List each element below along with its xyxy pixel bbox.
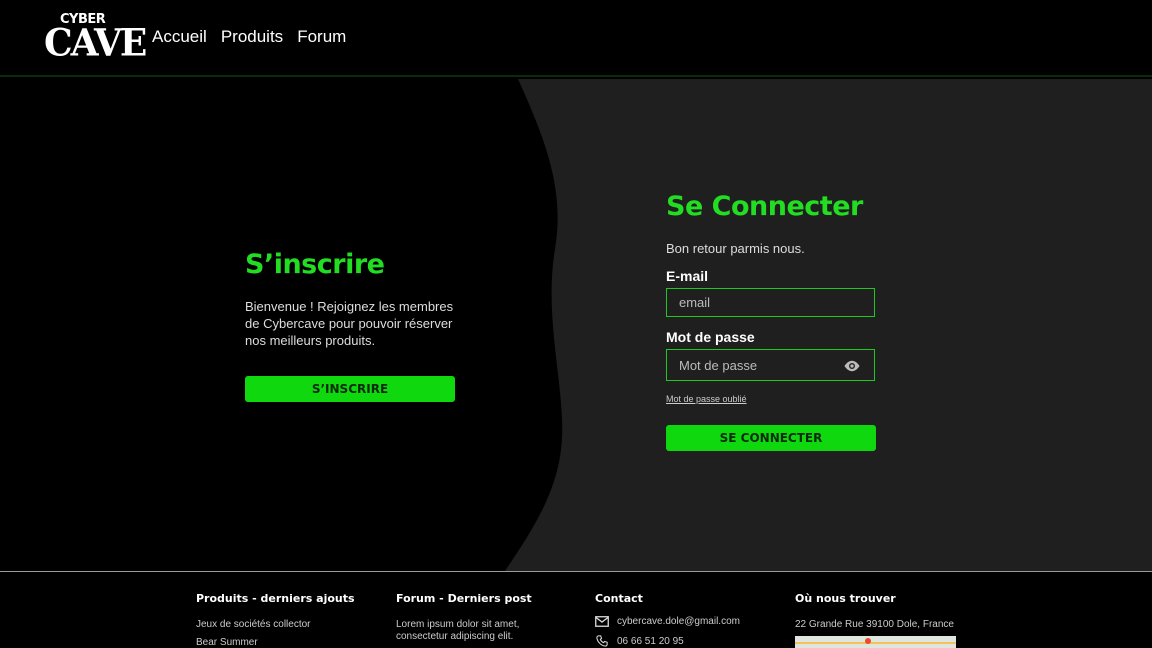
nav-accueil[interactable]: Accueil bbox=[152, 27, 207, 47]
logo-bottom-text: CAVE bbox=[44, 20, 147, 66]
contact-email[interactable]: cybercave.dole@gmail.com bbox=[617, 616, 740, 627]
footer-products: Produits - derniers ajouts Jeux de socié… bbox=[196, 592, 355, 648]
footer-forum-title: Forum - Derniers post bbox=[396, 592, 532, 605]
map-road bbox=[795, 642, 956, 644]
footer-products-title: Produits - derniers ajouts bbox=[196, 592, 355, 605]
password-field-wrapper bbox=[666, 349, 875, 381]
footer-product-item[interactable]: Bear Summer bbox=[196, 637, 355, 648]
auth-section: S’inscrire Bienvenue ! Rejoignez les mem… bbox=[0, 79, 1152, 571]
footer-address: 22 Grande Rue 39100 Dole, France bbox=[795, 619, 954, 630]
footer-contact-title: Contact bbox=[595, 592, 643, 605]
contact-phone-row: 06 66 51 20 95 bbox=[595, 635, 740, 647]
footer-forum: Forum - Derniers post Lorem ipsum dolor … bbox=[396, 592, 546, 643]
login-subtitle: Bon retour parmis nous. bbox=[666, 241, 805, 256]
wave-divider bbox=[0, 79, 563, 571]
footer-forum-post[interactable]: Lorem ipsum dolor sit amet, consectetur … bbox=[396, 619, 546, 643]
cybercave-logo[interactable]: CYBER CAVE bbox=[44, 12, 147, 66]
site-header: CYBER CAVE Accueil Produits Forum bbox=[0, 0, 1152, 77]
footer-product-item[interactable]: Jeux de sociétés collector bbox=[196, 619, 355, 631]
contact-phone[interactable]: 06 66 51 20 95 bbox=[617, 636, 684, 647]
nav-produits[interactable]: Produits bbox=[221, 27, 283, 47]
signup-title: S’inscrire bbox=[245, 249, 385, 280]
signup-button[interactable]: S’INSCRIRE bbox=[245, 376, 455, 402]
nav-forum[interactable]: Forum bbox=[297, 27, 346, 47]
email-input[interactable] bbox=[667, 289, 874, 316]
signup-description: Bienvenue ! Rejoignez les membres de Cyb… bbox=[245, 299, 454, 348]
main-nav: Accueil Produits Forum bbox=[152, 27, 346, 47]
email-label: E-mail bbox=[666, 268, 709, 284]
map-pin-icon bbox=[865, 638, 871, 644]
phone-icon bbox=[596, 635, 608, 647]
footer-contact: Contact cybercave.dole@gmail.com 06 66 5… bbox=[595, 592, 740, 647]
login-panel: Se Connecter Bon retour parmis nous. E-m… bbox=[666, 191, 886, 451]
forgot-password-link[interactable]: Mot de passe oublié bbox=[666, 394, 886, 404]
contact-email-row: cybercave.dole@gmail.com bbox=[595, 616, 740, 627]
password-label: Mot de passe bbox=[666, 329, 755, 345]
signup-panel: S’inscrire Bienvenue ! Rejoignez les mem… bbox=[245, 249, 485, 402]
login-button[interactable]: SE CONNECTER bbox=[666, 425, 876, 451]
footer-location-title: Où nous trouver bbox=[795, 592, 896, 605]
email-field-wrapper bbox=[666, 288, 875, 317]
site-footer: Produits - derniers ajouts Jeux de socié… bbox=[0, 571, 1152, 648]
location-map[interactable] bbox=[795, 636, 956, 648]
footer-location: Où nous trouver 22 Grande Rue 39100 Dole… bbox=[795, 592, 956, 648]
mail-icon bbox=[595, 616, 609, 627]
login-title: Se Connecter bbox=[666, 191, 863, 222]
eye-icon[interactable] bbox=[843, 360, 861, 372]
